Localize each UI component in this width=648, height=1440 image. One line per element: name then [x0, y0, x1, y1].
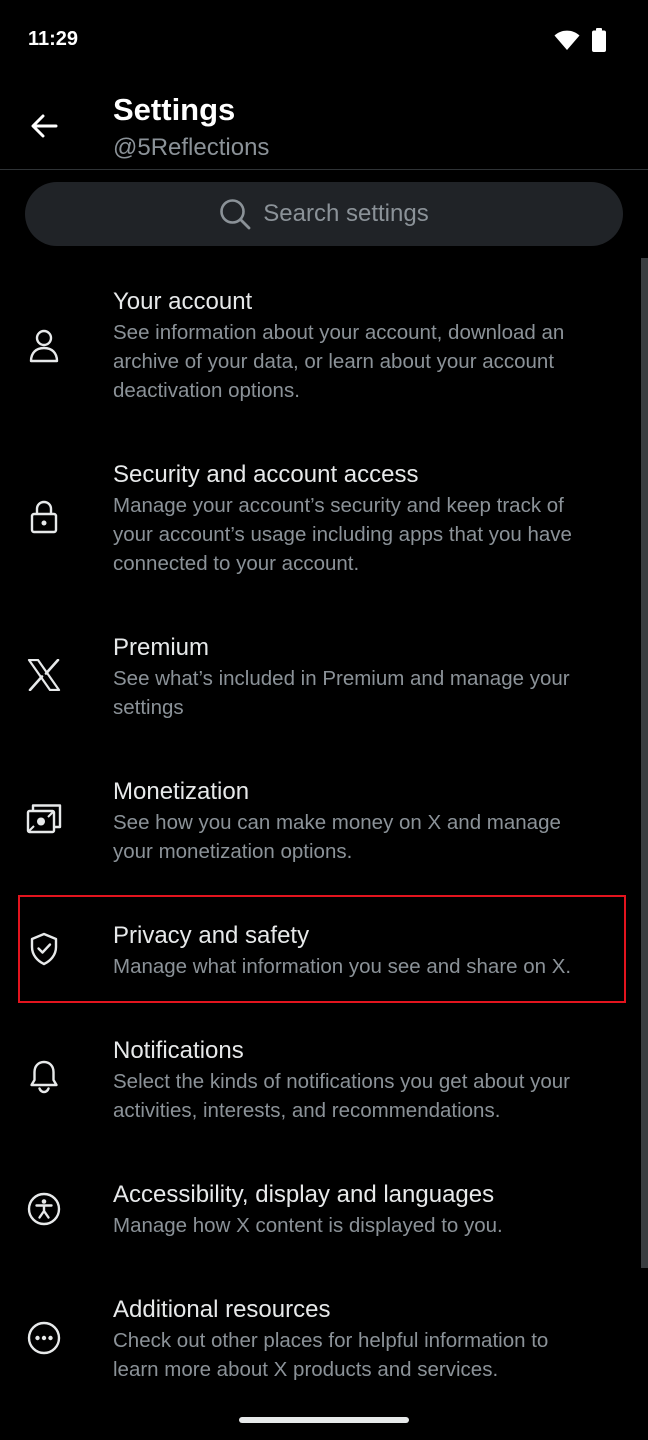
battery-icon	[592, 28, 606, 52]
x-logo-icon	[24, 655, 64, 695]
settings-item-premium[interactable]: Premium See what’s included in Premium a…	[0, 632, 648, 742]
status-bar: 11:29	[0, 0, 648, 80]
settings-item-title: Your account	[113, 288, 253, 315]
settings-item-description: Manage how X content is displayed to you…	[113, 1214, 503, 1237]
settings-item-description: See how you can make money on X and mana…	[113, 811, 561, 863]
arrow-left-icon	[30, 112, 58, 140]
settings-item-title: Premium	[113, 634, 210, 661]
scrollbar[interactable]	[641, 258, 648, 1268]
search-placeholder: Search settings	[263, 200, 429, 227]
settings-item-title: Accessibility, display and languages	[113, 1181, 495, 1208]
settings-item-description: Check out other places for helpful infor…	[113, 1329, 549, 1381]
settings-item-title: Security and account access	[113, 461, 419, 488]
settings-item-description: Select the kinds of notifications you ge…	[113, 1070, 570, 1122]
settings-item-accessibility[interactable]: Accessibility, display and languages Man…	[0, 1179, 648, 1259]
highlight-annotation	[18, 895, 626, 1003]
settings-item-notifications[interactable]: Notifications Select the kinds of notifi…	[0, 1035, 648, 1145]
settings-item-description: See what’s included in Premium and manag…	[113, 667, 570, 719]
bell-icon	[24, 1057, 64, 1097]
settings-item-your-account[interactable]: Your account See information about your …	[0, 286, 648, 426]
status-icons	[554, 28, 606, 52]
more-circle-icon	[24, 1318, 64, 1358]
person-icon	[24, 326, 64, 366]
money-icon	[24, 798, 64, 838]
search-input[interactable]: Search settings	[25, 182, 623, 246]
wifi-icon	[554, 29, 580, 51]
settings-item-additional-resources[interactable]: Additional resources Check out other pla…	[0, 1294, 648, 1404]
settings-item-monetization[interactable]: Monetization See how you can make money …	[0, 776, 648, 886]
account-handle: @5Reflections	[113, 134, 270, 161]
settings-item-description: See information about your account, down…	[113, 321, 565, 402]
settings-item-title: Notifications	[113, 1037, 244, 1064]
search-icon	[219, 198, 251, 230]
settings-item-security[interactable]: Security and account access Manage your …	[0, 459, 648, 599]
settings-item-description: Manage your account’s security and keep …	[113, 494, 572, 575]
settings-item-title: Additional resources	[113, 1296, 331, 1323]
settings-item-title: Monetization	[113, 778, 250, 805]
header: Settings @5Reflections	[0, 80, 648, 170]
lock-icon	[24, 497, 64, 537]
back-button[interactable]	[24, 106, 64, 146]
page-title: Settings	[113, 92, 236, 127]
home-indicator[interactable]	[239, 1417, 409, 1423]
accessibility-icon	[24, 1189, 64, 1229]
status-time: 11:29	[28, 28, 79, 50]
